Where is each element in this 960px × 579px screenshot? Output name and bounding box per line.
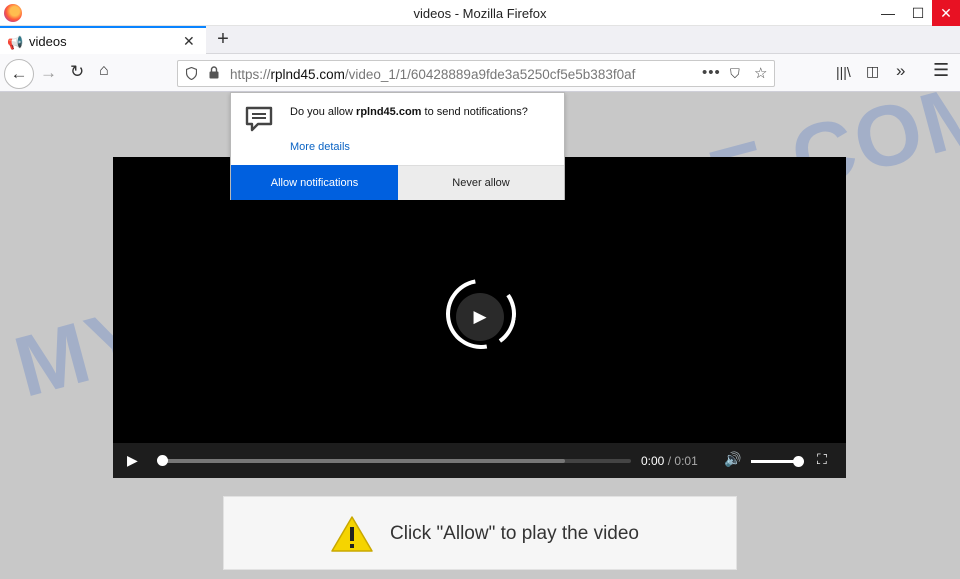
tab-close-icon[interactable]: ✕	[183, 33, 195, 50]
volume-fill	[751, 460, 796, 463]
video-controls: ▶ 0:00 / 0:01 🔊 ⛶	[113, 443, 846, 478]
tab-videos[interactable]: 📢 videos ✕	[0, 26, 206, 54]
url-prefix: https://	[230, 67, 271, 82]
never-allow-button[interactable]: Never allow	[398, 165, 564, 200]
more-details-link[interactable]: More details	[290, 141, 350, 153]
volume-handle[interactable]	[793, 456, 804, 467]
big-play-button[interactable]: ▶	[456, 293, 504, 341]
hamburger-menu-icon[interactable]: ☰	[933, 60, 949, 81]
notification-message: Do you allow rplnd45.com to send notific…	[290, 106, 528, 118]
current-time: 0:00	[641, 454, 665, 468]
notification-permission-popup: Do you allow rplnd45.com to send notific…	[230, 92, 565, 200]
time-display: 0:00 / 0:01	[641, 454, 698, 468]
minimize-button[interactable]: —	[873, 0, 903, 26]
bookmark-star-icon[interactable]: ☆	[754, 64, 767, 82]
message-suffix: to send notifications?	[421, 106, 528, 118]
allow-notifications-button[interactable]: Allow notifications	[231, 165, 398, 200]
overflow-chevron-icon[interactable]: »	[896, 61, 905, 81]
allow-prompt-box: Click "Allow" to play the video	[223, 496, 737, 570]
navigation-toolbar: ← → ↻ ⌂ https://rplnd45.com/video_1/1/60…	[0, 54, 960, 92]
window-title: videos - Mozilla Firefox	[413, 6, 547, 21]
page-actions-icon[interactable]: •••	[702, 64, 721, 81]
message-domain: rplnd45.com	[356, 106, 422, 118]
message-prefix: Do you allow	[290, 106, 357, 118]
seek-buffered	[161, 459, 566, 463]
volume-slider[interactable]	[751, 456, 804, 467]
url-bar[interactable]: https://rplnd45.com/video_1/1/60428889a9…	[177, 60, 775, 87]
lock-icon[interactable]	[209, 66, 219, 79]
fullscreen-icon[interactable]: ⛶	[817, 451, 827, 468]
url-text[interactable]: https://rplnd45.com/video_1/1/60428889a9…	[230, 67, 635, 82]
megaphone-icon: 📢	[7, 35, 24, 50]
seek-bar[interactable]	[157, 455, 631, 466]
home-button[interactable]: ⌂	[99, 62, 109, 80]
pocket-icon[interactable]: ⛉	[730, 66, 740, 82]
maximize-button[interactable]: ☐	[903, 0, 933, 26]
url-path: /video_1/1/60428889a9fde3a5250cf5e5b383f…	[344, 67, 636, 82]
window-titlebar: videos - Mozilla Firefox — ☐ ✕	[0, 0, 960, 26]
notification-message-icon	[245, 106, 273, 132]
forward-button[interactable]: →	[40, 63, 57, 83]
time-separator: /	[667, 454, 672, 468]
reload-button[interactable]: ↻	[70, 62, 84, 82]
sidebar-icon[interactable]: ◫	[866, 63, 879, 80]
close-window-button[interactable]: ✕	[932, 0, 960, 26]
warning-icon	[331, 516, 373, 552]
prompt-text: Click "Allow" to play the video	[390, 523, 639, 544]
play-icon[interactable]: ▶	[127, 452, 138, 469]
tracking-shield-icon[interactable]	[185, 66, 198, 83]
back-button[interactable]: ←	[4, 59, 34, 89]
library-icon[interactable]: |||\	[836, 64, 851, 80]
url-domain: rplnd45.com	[270, 67, 345, 82]
volume-icon[interactable]: 🔊	[724, 451, 741, 468]
duration: 0:01	[674, 454, 698, 468]
seek-handle[interactable]	[157, 455, 168, 466]
new-tab-button[interactable]: +	[211, 28, 235, 51]
video-player[interactable]: ▶ ▶ 0:00 / 0:01 🔊 ⛶	[113, 157, 846, 478]
tab-strip: 📢 videos ✕ +	[0, 26, 960, 54]
tab-label: videos	[29, 34, 67, 49]
